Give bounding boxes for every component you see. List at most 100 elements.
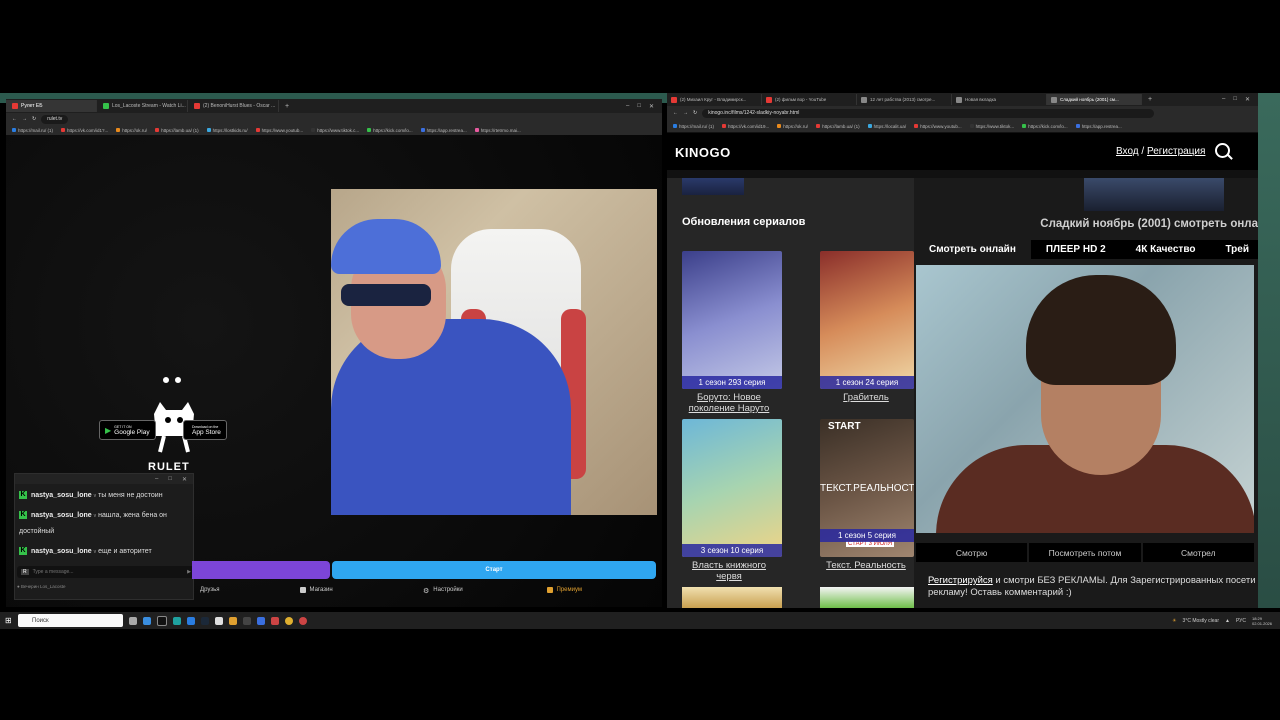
bookmark-item[interactable]: https://ok.ru/ <box>116 128 147 133</box>
rulet-purple-button[interactable] <box>192 561 330 579</box>
edge-icon[interactable] <box>173 616 181 625</box>
series-poster[interactable]: START ТЕКСТ.РЕАЛЬНОСТЬ СТАРТ 3 ИЮЛЯ 1 се… <box>820 419 914 557</box>
clock[interactable]: 18:29 02.01.2026 <box>1252 616 1272 626</box>
new-tab-button[interactable]: + <box>279 103 295 110</box>
register-link[interactable]: Регистрация <box>1147 146 1205 157</box>
series-poster[interactable]: 1 сезон 24 серия <box>820 251 914 389</box>
left-url-bar[interactable]: rulet.tv <box>41 114 69 124</box>
app-icon[interactable] <box>243 616 251 625</box>
forward-icon[interactable]: → <box>22 116 27 122</box>
right-tab-0[interactable]: (2) Михаил Круг - Владимирск... <box>667 94 762 105</box>
kinogo-logo[interactable]: KINOGO <box>675 145 731 160</box>
bookmark-item[interactable]: https://localit.ua/ <box>867 124 906 129</box>
chrome-icon[interactable] <box>285 616 293 625</box>
bookmark-item[interactable]: https://app.restrea... <box>1075 124 1122 129</box>
tab-4k-quality[interactable]: 4К Качество <box>1121 240 1211 259</box>
lang-indicator[interactable]: РУС <box>1236 618 1246 624</box>
app-store-button[interactable]: Download on the App Store <box>183 420 227 440</box>
nav-friends[interactable]: Друзья <box>190 587 300 593</box>
nav-shop[interactable]: Магазин <box>299 587 410 593</box>
bookmark-item[interactable]: https://lostkids.ru/ <box>206 128 248 133</box>
forward-icon[interactable]: → <box>683 110 688 116</box>
bookmark-item[interactable]: https://www.tiktok.c... <box>311 128 359 133</box>
right-tab-4[interactable]: Сладкий ноябрь (2001) см... <box>1047 94 1142 105</box>
app-icon[interactable] <box>271 616 279 625</box>
episode-badge: 3 сезон 10 серия <box>682 544 782 557</box>
store-icon[interactable] <box>187 616 195 625</box>
bookmark-item[interactable]: https://kick.com/lo... <box>367 128 413 133</box>
nav-settings[interactable]: ⚙ Настройки <box>409 587 533 595</box>
google-play-icon: ▶ <box>105 425 112 435</box>
bookmark-item[interactable]: https://vk.com/id19... <box>722 124 769 129</box>
login-link[interactable]: Вход <box>1116 146 1139 157</box>
left-tab-1[interactable]: Los_Lacoste Stream - Watch Li... <box>97 100 188 112</box>
bookmark-item[interactable]: https://app.restrea... <box>420 128 467 133</box>
steam-icon[interactable] <box>201 616 209 625</box>
series-title-link[interactable]: Грабитель <box>816 392 916 403</box>
taskbar-search[interactable]: Поиск <box>18 614 123 627</box>
bookmark-item[interactable]: https://vk.com/id1?... <box>61 128 108 133</box>
series-poster[interactable]: 3 сезон 10 серия <box>682 419 782 557</box>
browser-icon[interactable] <box>215 616 223 625</box>
tray-icon[interactable]: ▲ <box>1225 618 1230 624</box>
tab-player-hd2[interactable]: ПЛЕЕР HD 2 <box>1031 240 1121 259</box>
video-player[interactable] <box>916 265 1254 533</box>
bookmark-item[interactable]: https://mail.ru/ (1) <box>12 128 53 133</box>
close-icon[interactable]: ✕ <box>1245 96 1250 103</box>
bookmark-item[interactable]: https://kick.com/lo... <box>1022 124 1068 129</box>
left-tab-0[interactable]: Рулет ЕБ <box>6 100 97 112</box>
watching-button[interactable]: Смотрю <box>916 543 1028 562</box>
close-icon[interactable]: ✕ <box>182 476 187 483</box>
close-icon[interactable]: ✕ <box>649 103 654 110</box>
app-icon[interactable] <box>229 616 237 625</box>
watch-later-button[interactable]: Посмотреть потом <box>1029 543 1141 562</box>
new-tab-button[interactable]: + <box>1142 96 1158 103</box>
series-title-link[interactable]: Текст. Реальность <box>816 560 916 571</box>
bookmark-item[interactable]: https://mail.ru/ (1) <box>673 124 714 129</box>
maximize-icon[interactable]: □ <box>168 476 172 482</box>
task-view-icon[interactable] <box>129 616 137 625</box>
weather-text[interactable]: 3°C Mostly clear <box>1183 618 1219 624</box>
tab-watch-online[interactable]: Смотреть онлайн <box>914 240 1031 259</box>
search-icon[interactable] <box>1215 143 1230 158</box>
left-address-row: ← → ↻ rulet.tv <box>6 113 662 125</box>
chrome-icon[interactable] <box>299 616 307 625</box>
bookmark-item[interactable]: https://www.youtub... <box>255 128 303 133</box>
chat-input[interactable]: R Type a message... ▶ <box>17 566 195 578</box>
bookmark-item[interactable]: https://rtetrmo.mai... <box>474 128 521 133</box>
widgets-icon[interactable] <box>143 616 151 625</box>
app-icon[interactable] <box>257 616 265 625</box>
register-promo-link[interactable]: Регистрируйся <box>928 575 993 586</box>
series-title-link[interactable]: Боруто: Новое поколение Наруто <box>679 392 779 414</box>
nav-premium[interactable]: Премиум <box>533 587 657 593</box>
right-tab-3[interactable]: Новая вкладка <box>952 94 1047 105</box>
minimize-icon[interactable]: – <box>155 476 158 482</box>
terminal-icon[interactable] <box>157 615 167 626</box>
right-url-bar[interactable]: kinogo.inc/films/1242-sladkiy-noyabr.htm… <box>702 108 1155 118</box>
maximize-icon[interactable]: □ <box>1233 96 1237 103</box>
windows-start-icon[interactable]: ⊞ <box>5 616 12 625</box>
google-play-button[interactable]: ▶ GET IT ON Google Play <box>99 420 156 440</box>
tab-trailer[interactable]: Трей <box>1210 240 1264 259</box>
bookmark-item[interactable]: https://lamb.ua/ (1) <box>155 128 199 133</box>
bookmark-item[interactable]: https://www.youtub... <box>914 124 962 129</box>
series-title-link[interactable]: Власть книжного червя <box>679 560 779 582</box>
reload-icon[interactable]: ↻ <box>693 110 697 116</box>
rulet-start-button[interactable]: Старт <box>332 561 656 579</box>
minimize-icon[interactable]: – <box>626 103 629 110</box>
left-tab-2[interactable]: (2) BenoniHurst Blues - Oscar ... <box>188 100 279 112</box>
maximize-icon[interactable]: □ <box>637 103 641 110</box>
bookmark-icon <box>12 128 16 132</box>
bookmark-item[interactable]: https://ok.ru/ <box>777 124 808 129</box>
right-tab-1[interactable]: (2) фильм вор - YouTube <box>762 94 857 105</box>
minimize-icon[interactable]: – <box>1222 96 1225 103</box>
chevron-down-icon: v <box>93 549 97 555</box>
right-tab-2[interactable]: 12 лет рабства (2013) смотре... <box>857 94 952 105</box>
bookmark-item[interactable]: https://lamb.ua/ (1) <box>816 124 860 129</box>
watched-button[interactable]: Смотрел <box>1142 543 1254 562</box>
series-poster[interactable]: 1 сезон 293 серия <box>682 251 782 389</box>
bookmark-item[interactable]: https://www.tiktok... <box>969 124 1014 129</box>
back-icon[interactable]: ← <box>12 116 17 122</box>
back-icon[interactable]: ← <box>673 110 678 116</box>
reload-icon[interactable]: ↻ <box>32 116 36 122</box>
